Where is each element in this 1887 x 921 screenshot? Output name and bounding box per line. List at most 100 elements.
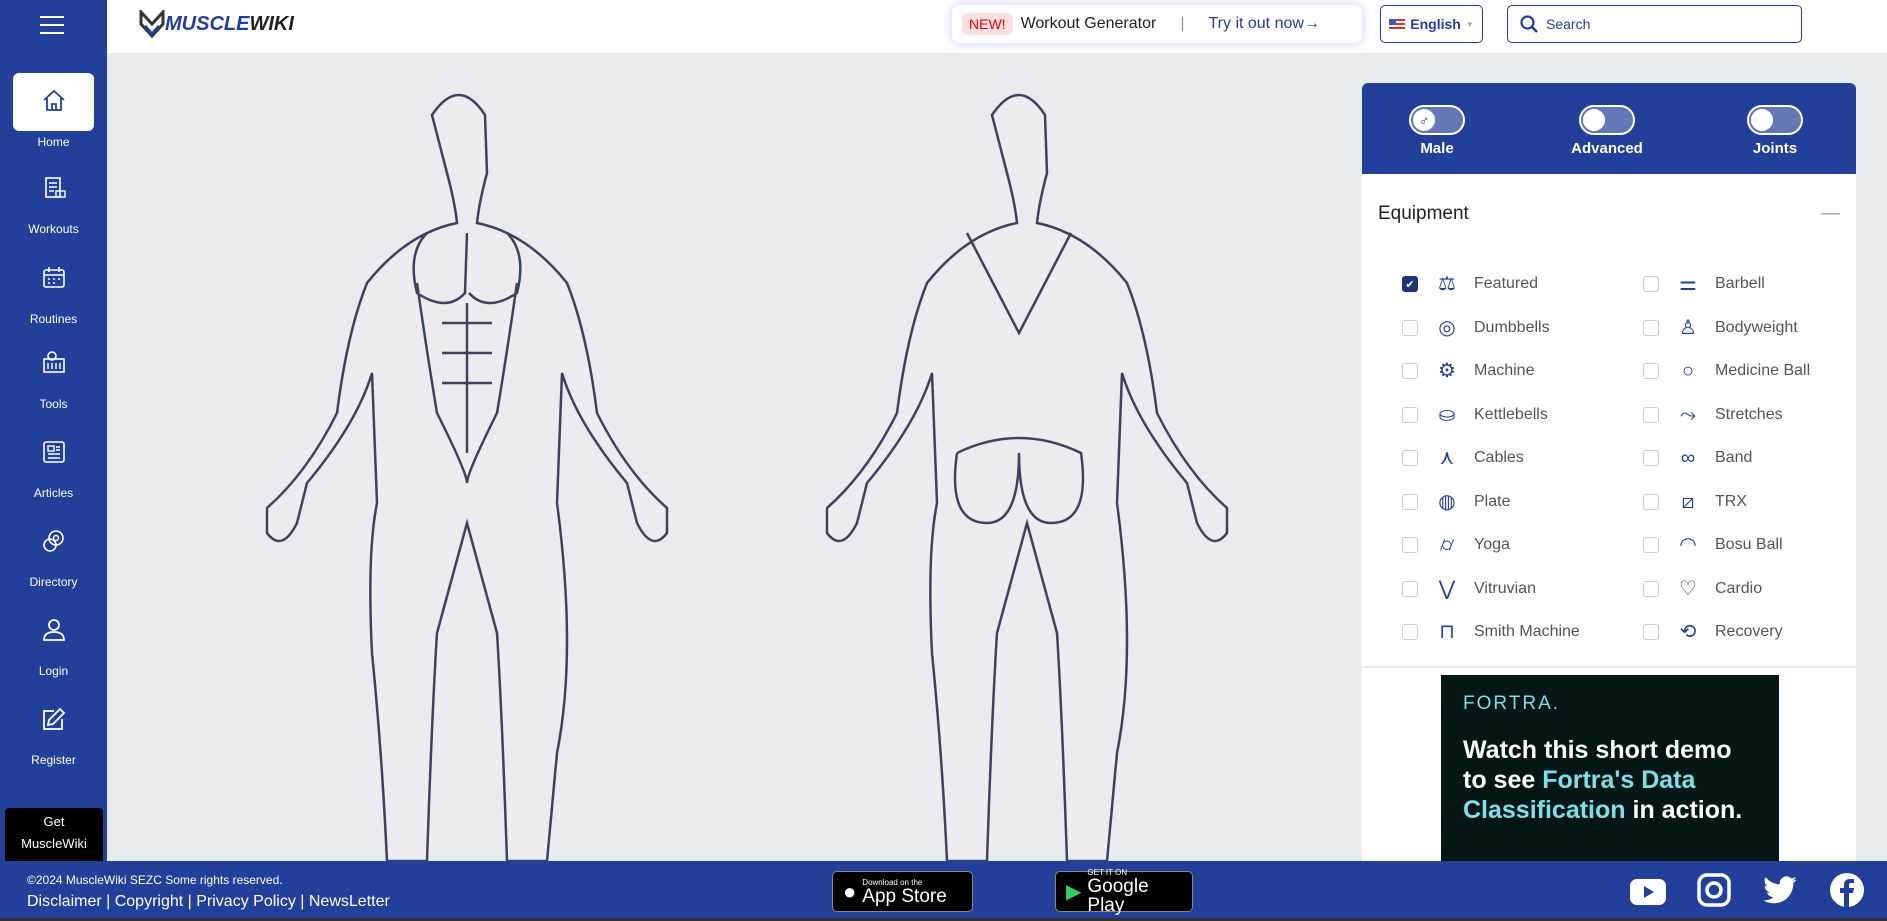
checkbox[interactable]	[1643, 406, 1659, 423]
checkbox[interactable]	[1402, 406, 1418, 423]
app-store-button[interactable]: ● Download on the App Store	[832, 871, 973, 912]
equipment-band[interactable]: ∞ Band	[1643, 445, 1752, 471]
search-input[interactable]	[1546, 16, 1786, 32]
checkbox[interactable]	[1402, 319, 1418, 336]
equipment-bodyweight[interactable]: ♙ Bodyweight	[1643, 315, 1798, 341]
tools-icon	[42, 351, 65, 373]
copyright-text: ©2024 MuscleWiki SEZC Some rights reserv…	[27, 873, 283, 887]
front-body-figure[interactable]	[265, 93, 669, 861]
try-it-link[interactable]: Try it out now→	[1208, 15, 1319, 33]
joints-toggle[interactable]: Joints	[1715, 105, 1835, 157]
equipment-recovery[interactable]: ⟲ Recovery	[1643, 619, 1783, 645]
equipment-plate[interactable]: ◍ Plate	[1402, 489, 1510, 515]
hamburger-menu-icon[interactable]	[40, 16, 64, 34]
checkbox[interactable]	[1643, 450, 1659, 466]
sidebar-item-articles[interactable]: Articles	[13, 424, 94, 502]
checkbox[interactable]	[1402, 624, 1418, 640]
advertisement[interactable]: FORTRA. Watch this short demo to see For…	[1441, 675, 1779, 861]
google-play-button[interactable]: ▶ GET IT ON Google Play	[1055, 868, 1193, 915]
ad-text-end: in action.	[1625, 796, 1743, 824]
vitruvian-icon: ⋁	[1438, 577, 1456, 600]
checkbox[interactable]	[1643, 580, 1659, 597]
checkbox[interactable]	[1402, 493, 1418, 510]
checkbox[interactable]	[1643, 363, 1659, 379]
equipment-stretches[interactable]: ⤳ Stretches	[1643, 402, 1783, 428]
equipment-medicine-ball[interactable]: ○ Medicine Ball	[1643, 358, 1810, 384]
checkbox[interactable]	[1643, 624, 1659, 640]
sidebar-item-routines[interactable]: Routines	[13, 250, 94, 328]
sidebar-item-login[interactable]: Login	[13, 602, 94, 680]
app-store-big: App Store	[862, 885, 947, 907]
language-label: English	[1410, 16, 1461, 32]
equipment-label: Cardio	[1715, 579, 1763, 597]
advanced-toggle[interactable]: Advanced	[1547, 105, 1667, 157]
male-icon: ♂	[1413, 109, 1435, 131]
header: MUSCLE WIKI NEW! Workout Generator | Try …	[107, 0, 1887, 53]
sidebar-item-tools[interactable]: Tools	[13, 335, 94, 413]
new-badge: NEW!	[962, 13, 1013, 35]
youtube-icon[interactable]	[1630, 879, 1666, 905]
equipment-machine[interactable]: ⚙ Machine	[1402, 358, 1534, 384]
checkbox[interactable]	[1643, 276, 1659, 292]
search-box[interactable]	[1507, 5, 1802, 43]
equipment-yoga[interactable]: ⌭ Yoga	[1402, 532, 1510, 558]
edit-icon	[42, 707, 65, 730]
sidebar-item-label: Routines	[29, 312, 78, 326]
collapse-icon[interactable]: —	[1821, 203, 1840, 225]
equipment-label: Kettlebells	[1474, 405, 1548, 423]
sidebar-item-directory[interactable]: Directory	[13, 513, 94, 591]
equipment-label: Bosu Ball	[1715, 536, 1783, 553]
privacy-policy-link[interactable]: Privacy Policy	[196, 893, 296, 910]
back-body-figure[interactable]	[825, 93, 1229, 861]
equipment-bosu-ball[interactable]: ◠ Bosu Ball	[1643, 532, 1783, 558]
get-app-button[interactable]: Get MuscleWiki	[5, 808, 103, 861]
checkbox[interactable]	[1402, 580, 1418, 597]
sidebar-item-label: Directory	[29, 575, 78, 589]
equipment-cardio[interactable]: ♡ Cardio	[1643, 576, 1762, 602]
cables-icon: ⋏	[1439, 447, 1455, 469]
facebook-icon[interactable]	[1830, 873, 1864, 907]
male-toggle[interactable]: ♂ Male	[1377, 105, 1497, 157]
logo[interactable]: MUSCLE WIKI	[139, 10, 294, 38]
instagram-icon[interactable]	[1697, 873, 1731, 907]
divider	[1362, 666, 1856, 668]
stretches-icon: ⤳	[1680, 403, 1696, 426]
yoga-icon: ⌭	[1439, 534, 1455, 556]
disclaimer-link[interactable]: Disclaimer	[27, 893, 102, 910]
checkbox[interactable]	[1402, 537, 1418, 553]
equipment-label: Yoga	[1474, 536, 1510, 553]
equipment-smith-machine[interactable]: ⊓ Smith Machine	[1402, 619, 1580, 645]
twitter-icon[interactable]	[1763, 876, 1797, 904]
sidebar-item-register[interactable]: Register	[13, 691, 94, 769]
checkbox[interactable]	[1402, 450, 1418, 466]
toggle-label: Male	[1420, 140, 1454, 157]
equipment-dumbbells[interactable]: ◎ Dumbbells	[1402, 315, 1550, 341]
sidebar-item-home[interactable]: Home	[13, 73, 94, 149]
calendar-icon	[42, 267, 65, 288]
equipment-barbell[interactable]: ⚌ Barbell	[1643, 271, 1765, 297]
equipment-label: Band	[1715, 449, 1753, 466]
equipment-featured[interactable]: ✔ ⚖ Featured	[1402, 271, 1538, 297]
apple-icon: ●	[843, 878, 857, 904]
equipment-label: Dumbbells	[1474, 318, 1550, 336]
workout-generator-promo[interactable]: NEW! Workout Generator | Try it out now→	[952, 5, 1362, 43]
equipment-cables[interactable]: ⋏ Cables	[1402, 445, 1524, 471]
equipment-trx[interactable]: ⧄ TRX	[1643, 489, 1747, 515]
newsletter-link[interactable]: NewsLetter	[309, 893, 390, 910]
equipment-title: Equipment	[1378, 203, 1469, 224]
checkbox[interactable]: ✔	[1402, 276, 1418, 292]
copyright-link[interactable]: Copyright	[115, 893, 183, 910]
equipment-kettlebells[interactable]: ⛀ Kettlebells	[1402, 402, 1548, 428]
checkbox[interactable]	[1643, 319, 1659, 336]
sidebar-item-workouts[interactable]: Workouts	[13, 160, 94, 238]
checkbox[interactable]	[1643, 493, 1659, 510]
language-select[interactable]: English ▼	[1380, 5, 1483, 43]
equipment-header[interactable]: Equipment —	[1378, 203, 1840, 225]
checkbox[interactable]	[1643, 537, 1659, 553]
play-icon: ▶	[1066, 881, 1082, 903]
equipment-vitruvian[interactable]: ⋁ Vitruvian	[1402, 576, 1536, 602]
sidebar: Home Workouts Routines Tools Articles Directo…	[0, 0, 107, 861]
us-flag-icon	[1389, 18, 1406, 30]
checkbox[interactable]	[1402, 363, 1418, 379]
bosu-ball-icon: ◠	[1679, 534, 1697, 556]
